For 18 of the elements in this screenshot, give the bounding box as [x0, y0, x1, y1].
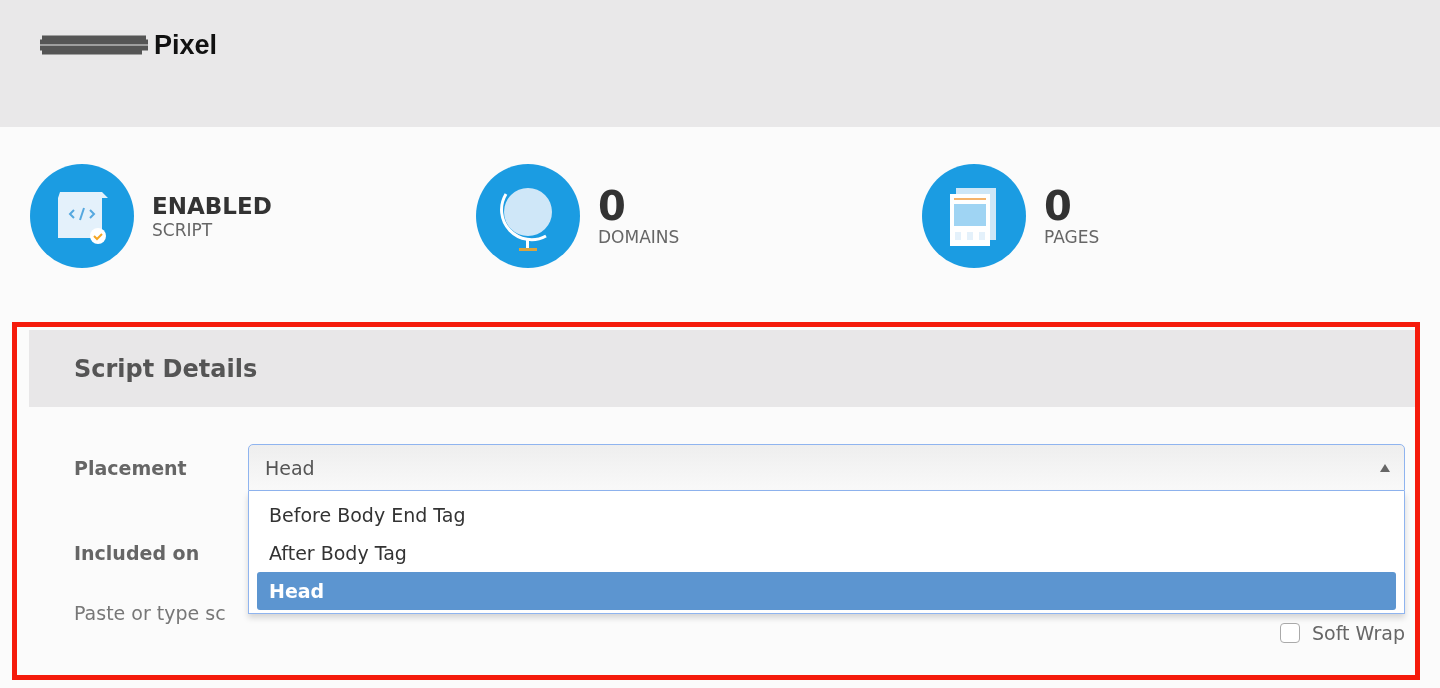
hint-text: Paste or type sc: [74, 602, 227, 624]
script-scroll-icon: [30, 164, 134, 268]
stat-label: PAGES: [1044, 227, 1100, 247]
pages-icon: [922, 164, 1026, 268]
field-label: Placement: [74, 456, 188, 479]
stat-value: 0: [598, 185, 627, 227]
stat-label: SCRIPT: [152, 220, 214, 240]
panel-title: Script Details: [74, 354, 258, 383]
field-label: Included on: [74, 541, 201, 564]
stat-value: 0: [1044, 185, 1073, 227]
page-title: Pixel: [154, 30, 218, 61]
dropdown-option[interactable]: After Body Tag: [257, 534, 1396, 572]
caret-icon: [1380, 463, 1390, 472]
dropdown-option[interactable]: Before Body End Tag: [257, 496, 1396, 534]
soft-wrap-checkbox[interactable]: Soft Wrap: [1280, 622, 1405, 644]
stat-value: ENABLED: [152, 192, 272, 220]
stat-label: DOMAINS: [598, 227, 680, 247]
globe-icon: [476, 164, 580, 268]
